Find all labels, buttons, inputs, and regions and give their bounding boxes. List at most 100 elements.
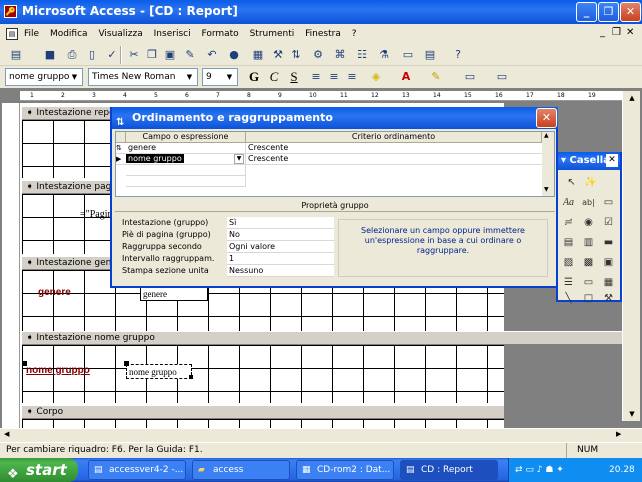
prop-value[interactable]: Ogni valore [227,241,334,253]
subform-tool-icon[interactable]: ▦ [600,274,617,291]
selection-handle[interactable] [22,361,27,366]
checkbox-tool-icon[interactable]: ☑ [600,214,617,231]
font-combo[interactable]: Times New Roman ▼ [88,68,198,86]
prop-value[interactable]: Nessuno [227,265,334,277]
align-left-icon[interactable]: ≡ [306,67,326,87]
line-color-icon[interactable]: ✎ [426,67,446,87]
dialog-close-button[interactable]: ✕ [536,108,557,128]
scroll-down-icon[interactable]: ▼ [624,407,640,421]
autoformat-icon[interactable]: ⚙ [308,45,328,65]
font-size-combo[interactable]: 9 ▼ [202,68,238,86]
select-tool-icon[interactable]: ↖ [563,174,580,191]
scroll-up-icon[interactable]: ▲ [544,132,549,139]
scroll-right-icon[interactable]: ▶ [616,430,621,438]
toggle-button-tool-icon[interactable]: ≓ [560,214,577,231]
list-box-tool-icon[interactable]: ▥ [580,234,597,251]
prop-row[interactable]: Raggruppa secondo Ogni valore [120,241,334,253]
close-button[interactable]: ✕ [620,2,641,22]
new-object-icon[interactable]: ▤ [420,45,440,65]
undo-icon[interactable]: ↶ [202,45,222,65]
fill-color-icon[interactable]: ◈ [366,67,386,87]
sort-row-field[interactable] [126,165,246,176]
special-effect-icon[interactable]: ▭ [492,67,512,87]
toolbox-close-button[interactable]: ✕ [606,154,618,167]
help-icon[interactable]: ? [448,45,468,65]
sort-row-field-selected[interactable]: nome gruppo ▼ [126,154,246,165]
genere-field[interactable]: genere [140,286,208,301]
vertical-scrollbar[interactable]: ▲ ▼ [622,91,640,421]
prop-row[interactable]: Stampa sezione unita Nessuno [120,265,334,277]
section-group-header[interactable]: ➧ Intestazione nome gruppo [22,331,622,345]
code-icon[interactable]: ⌘ [330,45,350,65]
minimize-button[interactable]: _ [576,2,597,22]
prop-row[interactable]: Intestazione (gruppo) Sì [120,217,334,229]
option-group-tool-icon[interactable]: ▭ [600,194,617,211]
prop-row[interactable]: Piè di pagina (gruppo) No [120,229,334,241]
doc-close-button[interactable]: ✕ [626,27,634,38]
save-icon[interactable]: ■ [40,45,60,65]
horizontal-scrollbar[interactable]: ◀ ▶ [0,428,642,442]
menu-file[interactable]: File [24,24,39,44]
command-button-tool-icon[interactable]: ▬ [600,234,617,251]
textbox-tool-icon[interactable]: ab| [580,194,597,211]
menu-inserisci[interactable]: Inserisci [154,24,191,44]
page-break-tool-icon[interactable]: ☰ [560,274,577,291]
report-doc-icon[interactable]: ▤ [6,28,18,40]
chevron-down-icon[interactable]: ▼ [234,154,244,164]
bound-object-tool-icon[interactable]: ▣ [600,254,617,271]
scroll-down-icon[interactable]: ▼ [544,186,549,193]
scroll-up-icon[interactable]: ▲ [624,91,640,105]
restore-button[interactable]: ❐ [598,2,619,22]
bold-icon[interactable]: G [244,67,264,87]
section-body[interactable]: ➧ Corpo [22,405,504,419]
align-center-icon[interactable]: ≡ [324,67,344,87]
print-preview-icon[interactable]: ▯ [82,45,102,65]
task-access[interactable]: ▰ access [192,460,290,480]
selection-handle[interactable] [124,361,129,366]
underline-icon[interactable]: S [284,67,304,87]
task-accessver[interactable]: ▤ accessver4-2 -... [88,460,186,480]
menu-strumenti[interactable]: Strumenti [250,24,295,44]
group-field[interactable]: nome gruppo [126,364,192,379]
sort-row-order[interactable]: Crescente [246,143,542,154]
align-right-icon[interactable]: ≡ [342,67,362,87]
border-width-icon[interactable]: ▭ [460,67,480,87]
resize-handle[interactable] [189,375,193,379]
menu-formato[interactable]: Formato [201,24,238,44]
tray-icons[interactable]: ⇄ ▭ ♪ ☗ ✦ [515,458,564,482]
task-cdrom2[interactable]: ▦ CD-rom2 : Dat... [296,460,394,480]
build-icon[interactable]: ⚗ [374,45,394,65]
start-button[interactable]: ❖ start [0,458,78,482]
group-label[interactable]: nome gruppo [26,364,90,378]
more-controls-tool-icon[interactable]: ⚒ [600,290,617,307]
sort-row-order[interactable]: Crescente [246,154,542,165]
sorting-grouping-icon[interactable]: ⇅ [286,45,306,65]
dialog-title-bar[interactable]: ⇅ Ordinamento e raggruppamento ✕ [112,107,558,129]
hyperlink-icon[interactable]: ● [224,45,244,65]
menu-modifica[interactable]: Modifica [50,24,88,44]
format-painter-icon[interactable]: ✎ [180,45,200,65]
font-color-icon[interactable]: A [396,67,416,87]
copy-icon[interactable]: ❐ [142,45,162,65]
sort-table-scrollbar[interactable]: ▲ ▼ [542,132,554,196]
spelling-icon[interactable]: ✓ [102,45,122,65]
toolbox-title-bar[interactable]: ▾ Casella ✕ [558,152,620,170]
menu-help[interactable]: ? [352,24,357,44]
field-list-icon[interactable]: ▦ [248,45,268,65]
prop-row[interactable]: Intervallo raggruppam. 1 [120,253,334,265]
prop-value[interactable]: Sì [227,217,334,229]
rectangle-tool-icon[interactable]: □ [580,290,597,307]
cut-icon[interactable]: ✂ [124,45,144,65]
genere-label[interactable]: genere [38,286,71,300]
line-tool-icon[interactable]: ╲ [560,290,577,307]
italic-icon[interactable]: C [264,67,284,87]
paste-icon[interactable]: ▣ [160,45,180,65]
menu-visualizza[interactable]: Visualizza [98,24,142,44]
tab-control-tool-icon[interactable]: ▭ [580,274,597,291]
wizard-tool-icon[interactable]: ✨ [582,174,599,191]
prop-value[interactable]: 1 [227,253,334,265]
combo-box-tool-icon[interactable]: ▤ [560,234,577,251]
prop-value[interactable]: No [227,229,334,241]
sort-row-field[interactable] [126,176,246,187]
title-bar[interactable]: 🔑 Microsoft Access - [CD : Report] _ ❐ ✕ [0,0,642,24]
